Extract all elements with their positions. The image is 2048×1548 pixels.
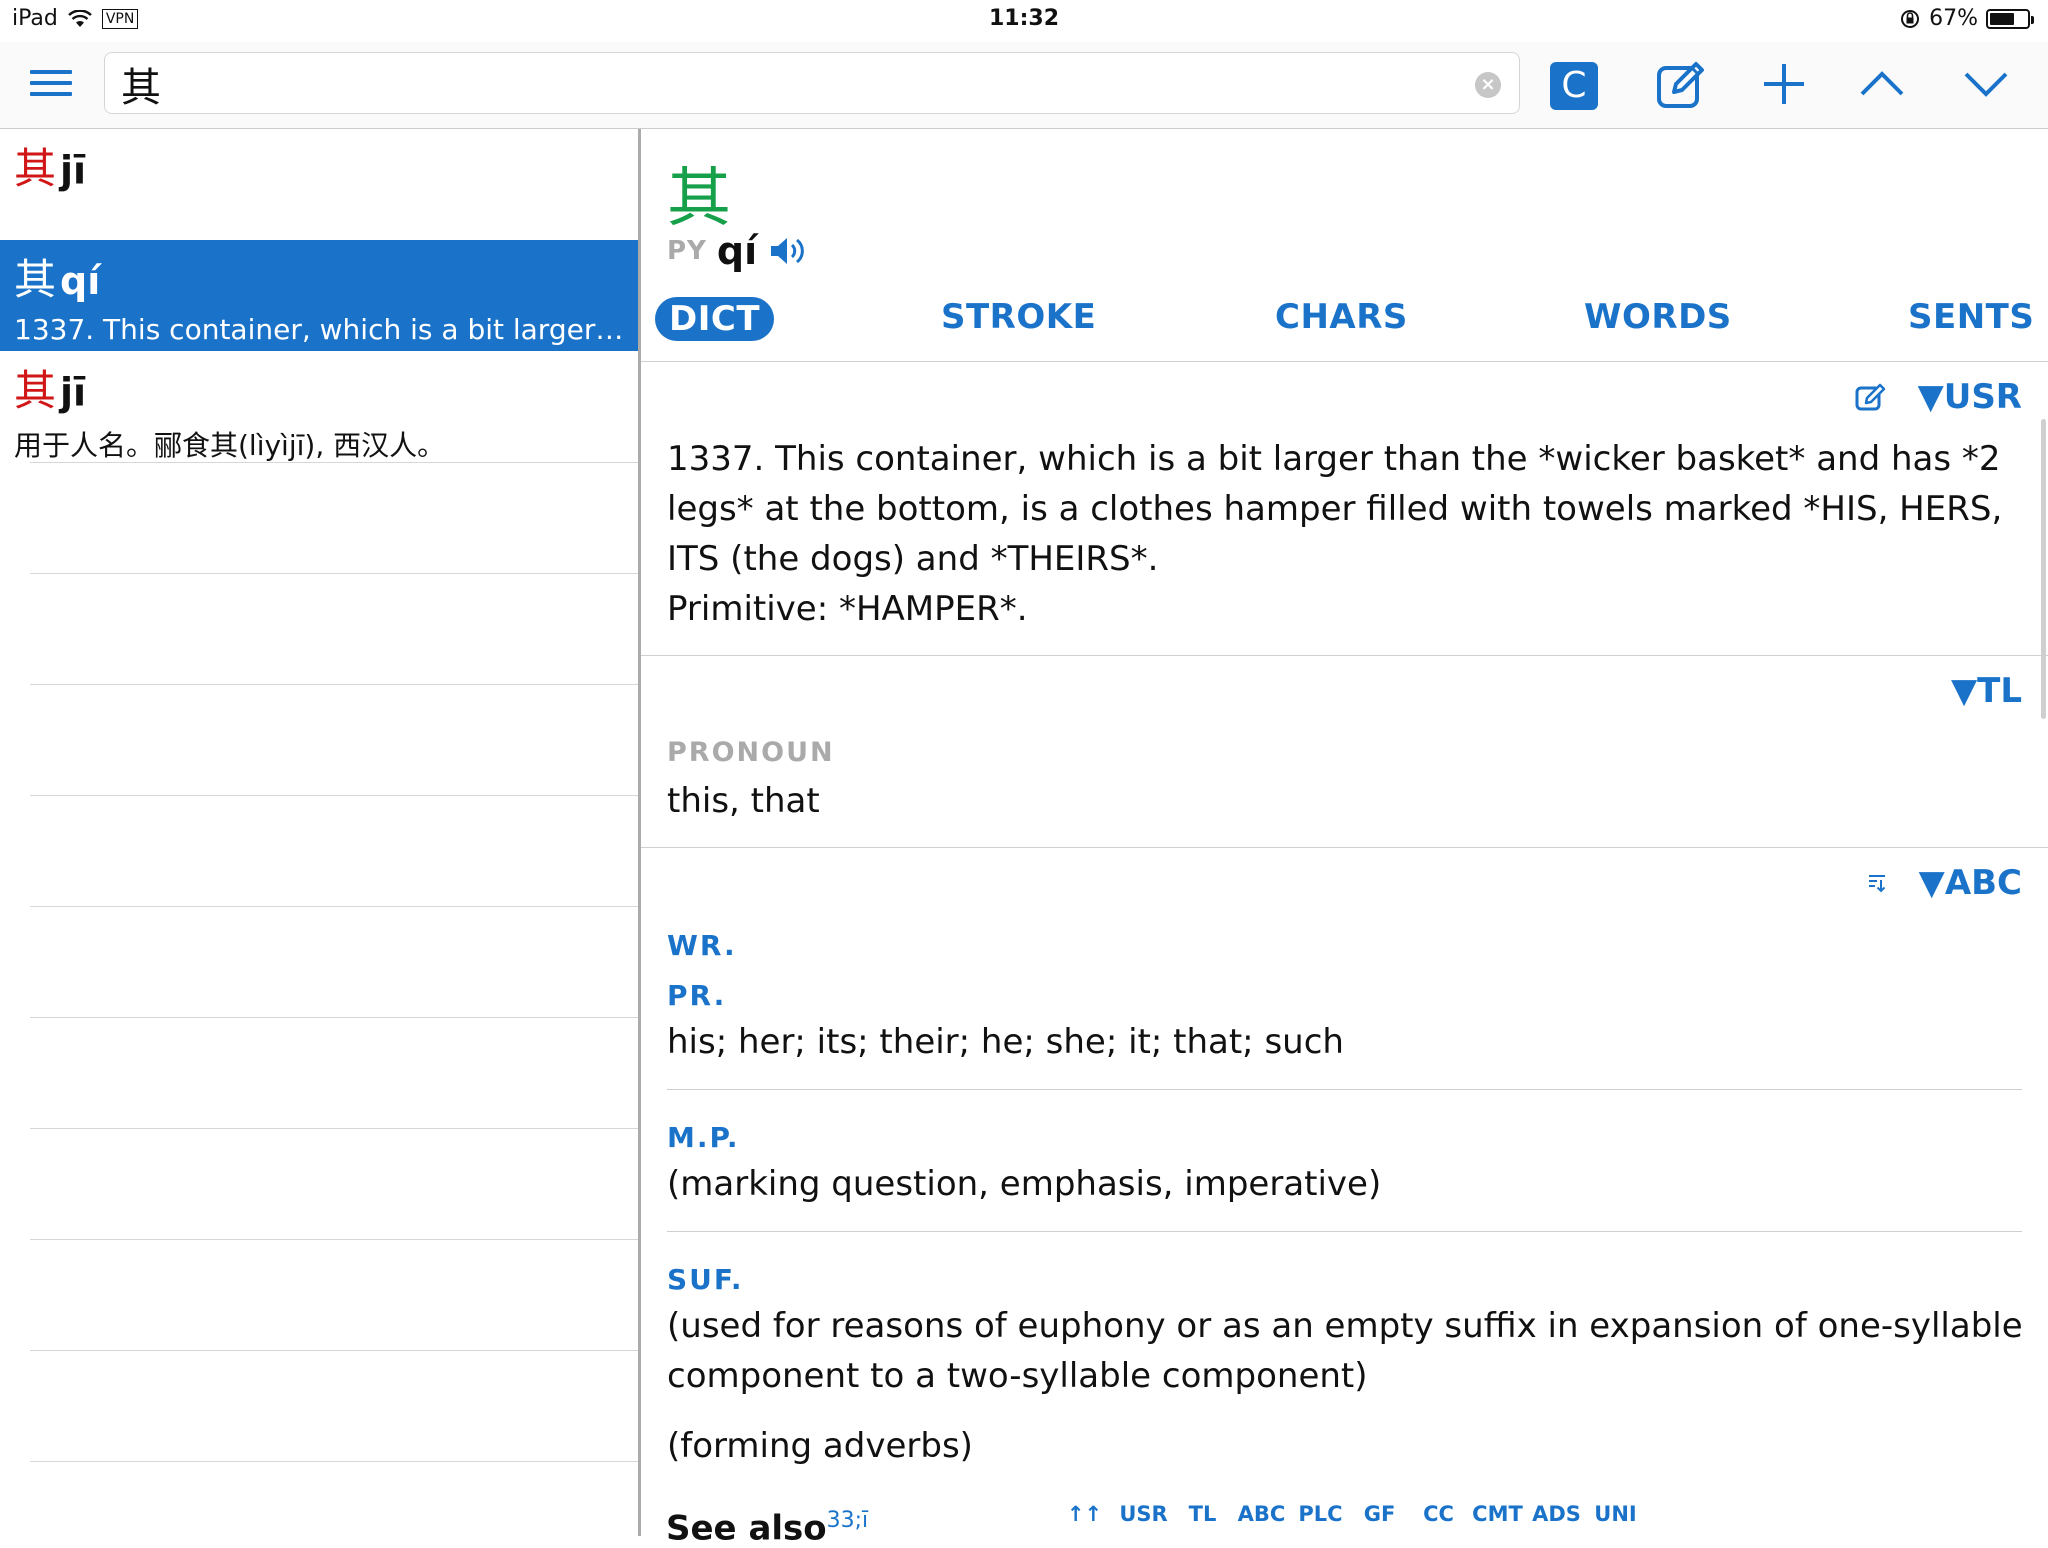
usr-line: Primitive: *HAMPER*.	[667, 589, 1028, 629]
jump-usr[interactable]: USR	[1114, 1502, 1173, 1526]
jump-cmt[interactable]: CMT	[1468, 1502, 1527, 1526]
entry-hanzi: 其	[667, 162, 731, 236]
chevron-up-icon[interactable]	[1854, 56, 1910, 112]
abc-mp-label: M.P.	[667, 1121, 740, 1154]
list-item-definition: 用于人名。郦食其(lìyìjī), 西汉人。	[14, 429, 446, 462]
tab-chars[interactable]: CHARS	[1275, 297, 1408, 337]
section-divider	[641, 847, 2048, 848]
abc-pr-definition: his; her; its; their; he; she; it; that;…	[667, 1022, 1344, 1062]
usr-toggle[interactable]: ▼USR	[1918, 377, 2022, 417]
list-divider	[30, 573, 638, 574]
list-divider	[30, 906, 638, 907]
entry-detail: 其 PY qí DICT STROKE CHARS WORDS SENTS ▼U…	[641, 129, 2048, 1536]
abc-suf-definition: (used for reasons of euphony or as an em…	[667, 1301, 2027, 1401]
entry-pinyin-line: PY qí	[667, 229, 807, 273]
add-icon[interactable]	[1756, 56, 1812, 112]
status-time: 11:32	[988, 6, 1060, 31]
clear-search-icon[interactable]: ×	[1475, 72, 1501, 98]
usr-line: 1337. This container, which is a bit lar…	[667, 439, 2001, 479]
list-divider	[30, 1350, 638, 1351]
see-also-ref: 33;ī	[826, 1508, 869, 1533]
list-divider	[30, 795, 638, 796]
jump-tl[interactable]: TL	[1173, 1502, 1232, 1526]
battery-fill	[1990, 12, 2015, 25]
abc-suf-line: (used for reasons of euphony or as an em…	[667, 1306, 2023, 1346]
section-jump-bar: ↑↑ USR TL ABC PLC GF CC CMT ADS UNI	[1055, 1502, 1645, 1526]
section-divider	[641, 655, 2048, 656]
list-item-hanzi: 其	[14, 366, 57, 415]
pinyin-tag: PY	[667, 236, 707, 266]
status-right: 67%	[1899, 6, 2034, 31]
status-bar: iPad VPN 11:32 67%	[0, 0, 2048, 42]
speaker-icon[interactable]	[767, 233, 807, 269]
list-divider	[30, 684, 638, 685]
usr-section-header: ▼USR	[1854, 377, 2022, 417]
battery-percent: 67%	[1929, 6, 1978, 31]
see-also[interactable]: See also33;ī	[666, 1508, 868, 1548]
jump-cc[interactable]: CC	[1409, 1502, 1468, 1526]
list-item[interactable]: 其 jī	[0, 129, 638, 240]
tl-section-header: ▼TL	[1951, 671, 2022, 711]
list-item-definition: 1337. This container, which is a bit lar…	[14, 313, 624, 346]
clipboard-c-button[interactable]: C	[1550, 62, 1598, 110]
list-item-hanzi: 其	[14, 144, 57, 193]
jump-uni[interactable]: UNI	[1586, 1502, 1645, 1526]
abc-section-header: ▼ABC	[1865, 863, 2022, 903]
list-item[interactable]: 其 jī 用于人名。郦食其(lìyìjī), 西汉人。	[0, 351, 638, 462]
entry-divider	[667, 1089, 2022, 1090]
abc-suf-line: component to a two-syllable component)	[667, 1356, 1368, 1396]
abc-suf-label: SUF.	[667, 1263, 744, 1296]
chevron-down-icon[interactable]	[1958, 56, 2014, 112]
battery-icon	[1986, 8, 2034, 29]
tab-sents[interactable]: SENTS	[1908, 297, 2034, 337]
tab-words[interactable]: WORDS	[1584, 297, 1732, 337]
abc-toggle[interactable]: ▼ABC	[1919, 863, 2022, 903]
menu-icon[interactable]	[30, 70, 72, 100]
abc-mp-definition: (marking question, emphasis, imperative)	[667, 1164, 1382, 1204]
entry-divider	[667, 1231, 2022, 1232]
tl-toggle[interactable]: ▼TL	[1951, 671, 2022, 711]
list-item-pinyin: jī	[60, 370, 87, 414]
search-bar: ×	[104, 52, 1520, 114]
list-item-pinyin: qí	[60, 259, 101, 303]
jump-gf[interactable]: GF	[1350, 1502, 1409, 1526]
abc-pr-label: PR.	[667, 979, 727, 1012]
jump-ads[interactable]: ADS	[1527, 1502, 1586, 1526]
usr-definition: 1337. This container, which is a bit lar…	[667, 434, 2027, 634]
search-input[interactable]	[119, 59, 1453, 109]
edit-note-icon[interactable]	[1654, 56, 1710, 112]
tl-part-of-speech: PRONOUN	[667, 737, 835, 768]
orientation-lock-icon	[1901, 9, 1920, 28]
entry-tabs: DICT STROKE CHARS WORDS SENTS	[641, 289, 2048, 362]
list-item-hanzi: 其	[14, 255, 57, 304]
see-also-label: See also	[666, 1508, 827, 1548]
abc-suf-definition-2: (forming adverbs)	[667, 1426, 973, 1466]
jump-top[interactable]: ↑↑	[1055, 1502, 1114, 1526]
list-divider	[30, 1017, 638, 1018]
list-item-pinyin: jī	[60, 148, 87, 192]
usr-line: ITS (the dogs) and *THEIRS*.	[667, 539, 1159, 579]
tl-definition: this, that	[667, 781, 820, 821]
results-list: 其 jī 其 qí 1337. This container, which is a…	[0, 129, 638, 1536]
usr-line: legs* at the bottom, is a clothes hamper…	[667, 489, 2003, 529]
list-divider	[30, 1461, 638, 1462]
tab-dict[interactable]: DICT	[655, 297, 775, 341]
edit-icon[interactable]	[1854, 382, 1888, 412]
abc-wr-label: WR.	[667, 929, 737, 962]
toolbar: × C	[0, 42, 2048, 129]
entry-pinyin: qí	[716, 229, 758, 273]
list-divider	[30, 1239, 638, 1240]
list-item-selected[interactable]: 其 qí 1337. This container, which is a bit…	[0, 240, 638, 351]
jump-plc[interactable]: PLC	[1291, 1502, 1350, 1526]
list-divider	[30, 462, 638, 463]
sort-icon[interactable]	[1865, 871, 1889, 895]
scroll-indicator[interactable]	[2041, 419, 2046, 719]
tab-stroke[interactable]: STROKE	[941, 297, 1096, 337]
list-divider	[30, 1128, 638, 1129]
jump-abc[interactable]: ABC	[1232, 1502, 1291, 1526]
